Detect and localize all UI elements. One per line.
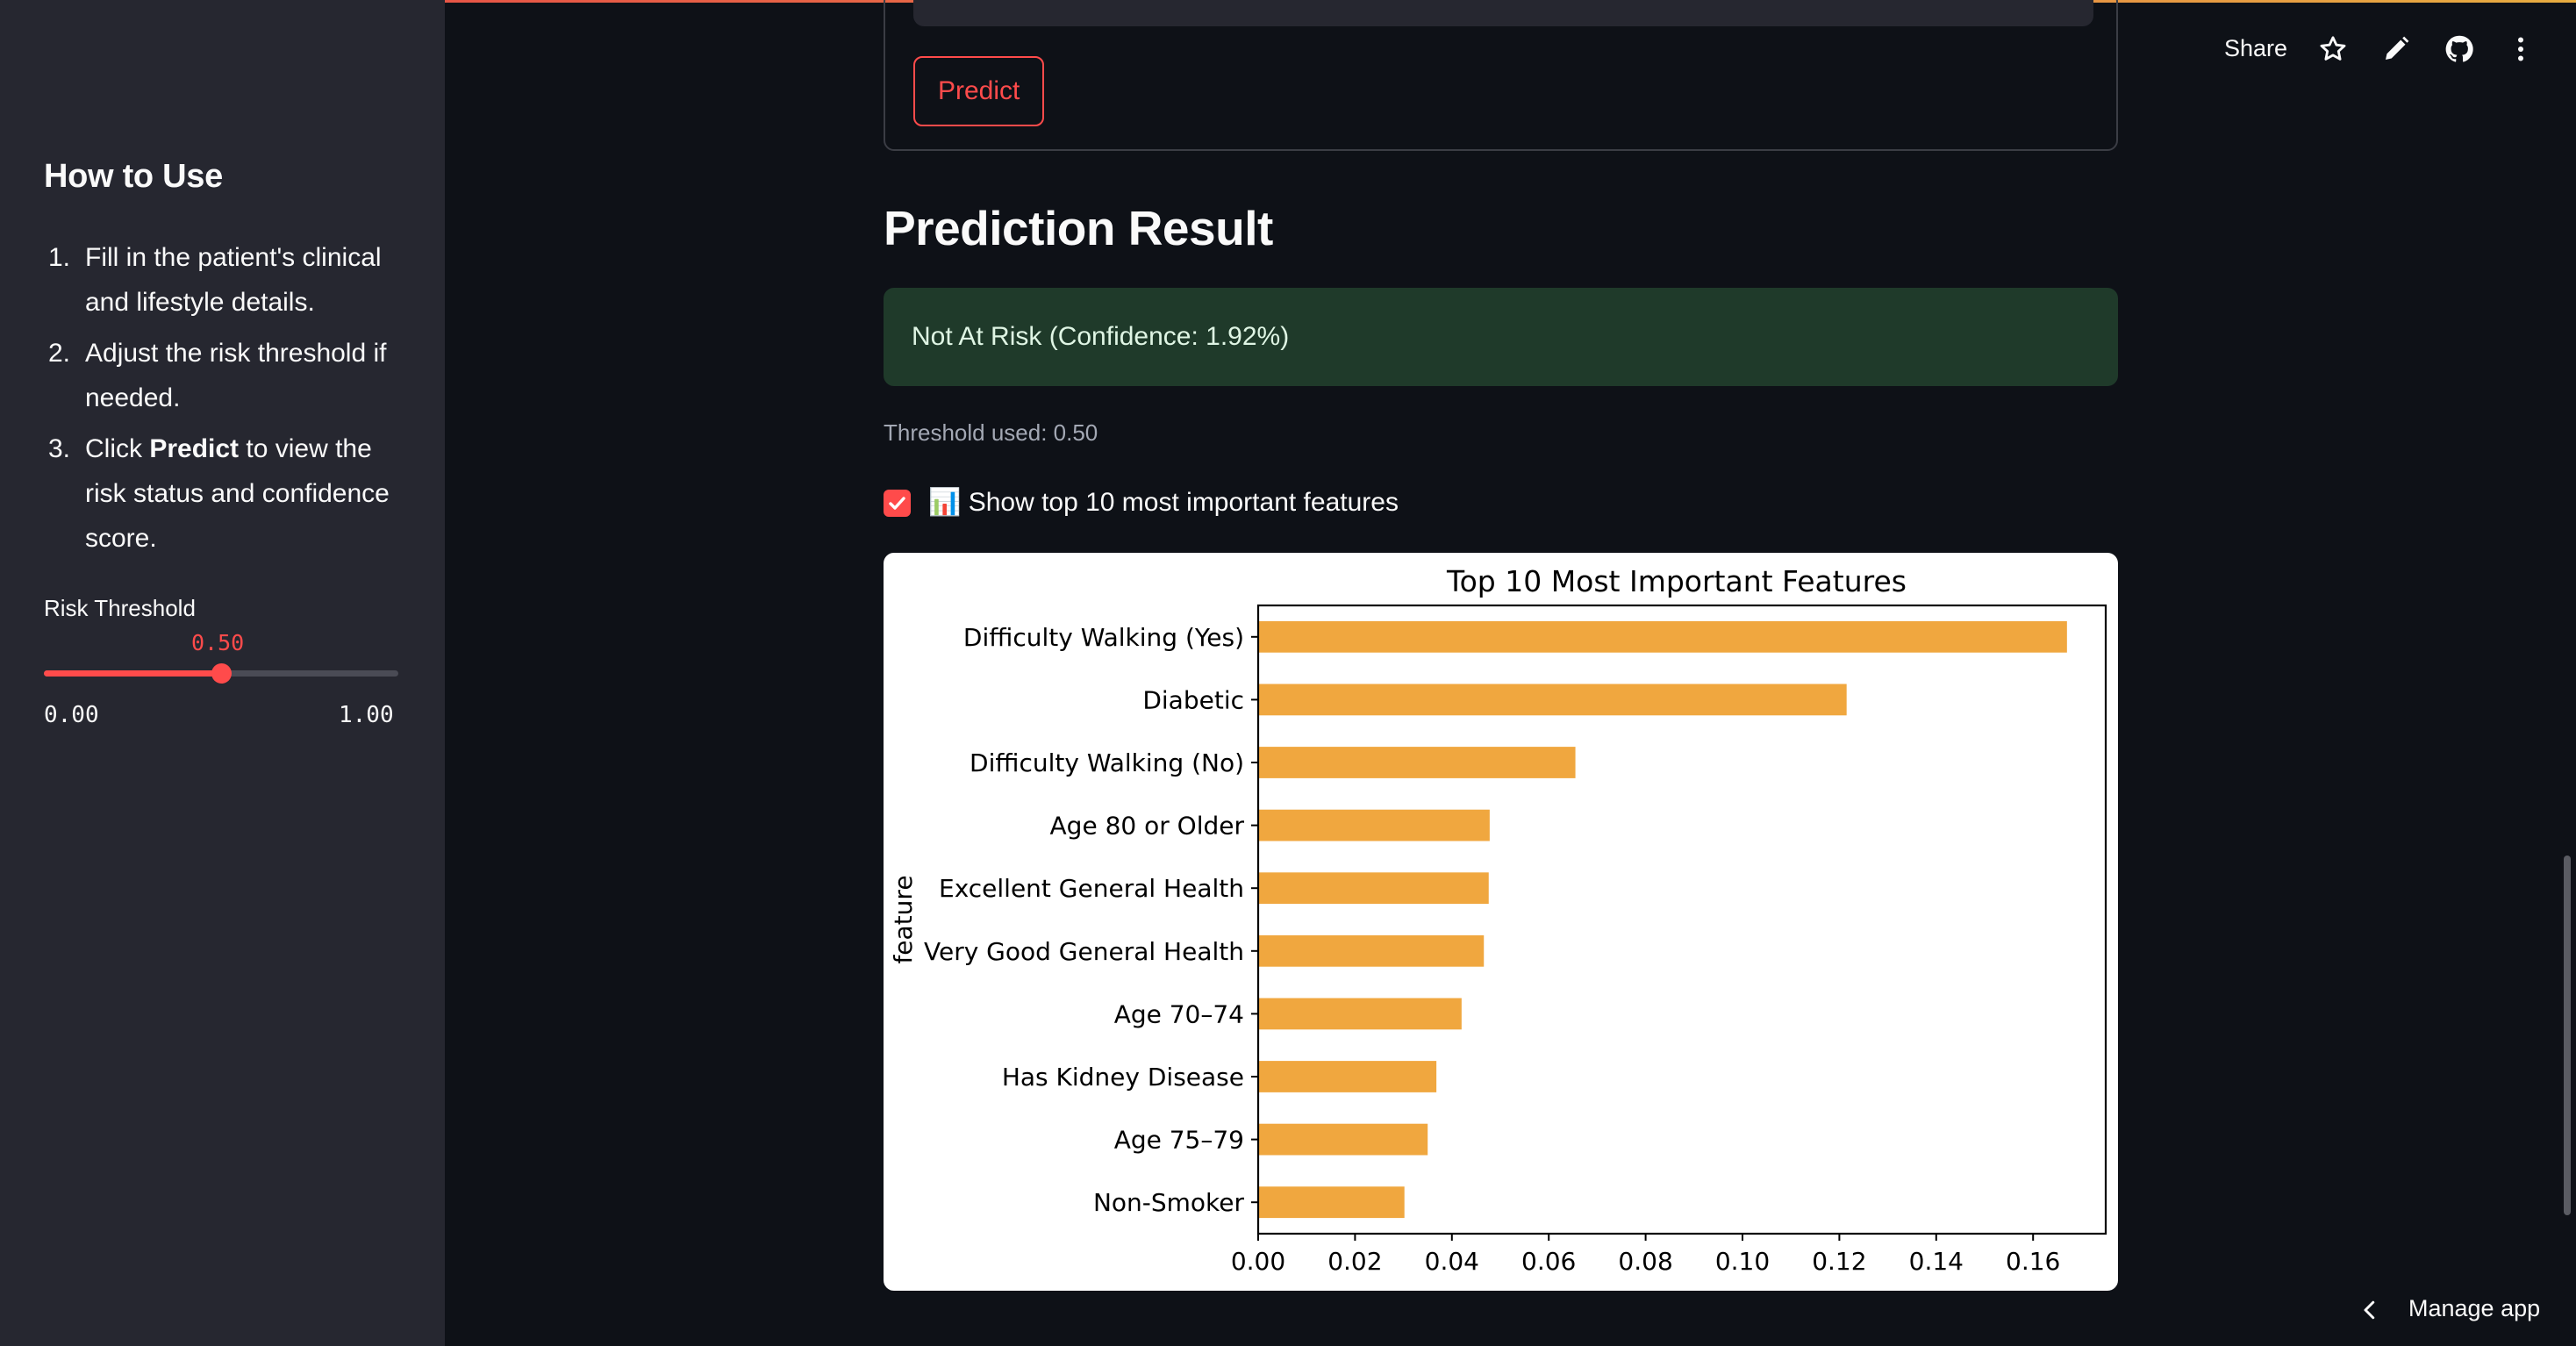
step-number: 1.	[48, 243, 71, 272]
step-text: Adjust the risk threshold if needed.	[85, 339, 387, 412]
share-button[interactable]: Share	[2224, 35, 2287, 62]
y-tick-label: Diabetic	[1142, 685, 1244, 714]
predict-button[interactable]: Predict	[913, 56, 1045, 126]
list-item: 3. Click Predict to view the risk status…	[44, 426, 412, 561]
chart-bar	[1258, 809, 1490, 841]
x-tick-label: 0.08	[1618, 1247, 1672, 1276]
x-tick-label: 0.04	[1425, 1247, 1479, 1276]
chart-bar	[1258, 1061, 1437, 1092]
checkmark-icon	[889, 497, 905, 510]
list-item: 2. Adjust the risk threshold if needed.	[44, 331, 412, 420]
chart-bar	[1258, 620, 2067, 653]
show-features-label[interactable]: 📊 Show top 10 most important features	[928, 487, 1399, 518]
bars-group	[1258, 620, 2067, 1219]
step-number: 2.	[48, 339, 71, 368]
threshold-used-text: Threshold used: 0.50	[884, 419, 1098, 446]
y-ticks-group: Difficulty Walking (Yes) Diabetic Difficul…	[924, 623, 1258, 1217]
more-vertical-icon[interactable]	[2505, 33, 2537, 65]
page-title: Prediction Result	[884, 201, 1273, 255]
scrollbar[interactable]	[2564, 856, 2571, 1215]
sidebar: How to Use 1. Fill in the patient's clin…	[0, 0, 445, 1346]
y-tick-label: Very Good General Health	[924, 937, 1244, 966]
step-number: 3.	[48, 434, 71, 463]
chart-bar	[1258, 747, 1576, 778]
github-icon[interactable]	[2444, 33, 2475, 65]
chevron-left-icon[interactable]	[2357, 1297, 2383, 1323]
y-tick-label: Has Kidney Disease	[1002, 1063, 1244, 1092]
y-tick-label: Difficulty Walking (Yes)	[963, 623, 1244, 652]
y-tick-label: Age 75–79	[1114, 1126, 1244, 1155]
x-ticks-group: 0.00 0.02 0.04 0.06 0.08 0.10 0.12 0.14 0.16	[1231, 1234, 2060, 1276]
slider-max-label: 1.00	[339, 702, 394, 728]
list-item: 1. Fill in the patient's clinical and li…	[44, 235, 412, 325]
step-text: Click	[85, 434, 150, 463]
chart-bar	[1258, 684, 1847, 716]
y-tick-label: Excellent General Health	[939, 874, 1244, 903]
chart-bar	[1258, 1186, 1405, 1219]
chart-title: Top 10 Most Important Features	[1446, 564, 1907, 598]
y-tick-label: Difficulty Walking (No)	[970, 748, 1244, 777]
x-tick-label: 0.14	[1909, 1247, 1964, 1276]
y-tick-label: Age 70–74	[1114, 999, 1244, 1028]
step-bold-text: Predict	[149, 434, 240, 463]
x-tick-label: 0.16	[2006, 1247, 2060, 1276]
show-features-checkbox[interactable]	[884, 490, 911, 517]
step-text: Fill in the patient's clinical and lifes…	[85, 243, 382, 317]
slider-thumb[interactable]	[211, 663, 232, 684]
x-tick-label: 0.10	[1715, 1247, 1770, 1276]
slider-value: 0.50	[191, 630, 245, 655]
chart-bar	[1258, 934, 1485, 967]
chart-bar	[1258, 998, 1462, 1030]
instructions-list: 1. Fill in the patient's clinical and li…	[44, 235, 412, 567]
star-icon[interactable]	[2317, 33, 2349, 65]
slider-fill	[44, 670, 221, 677]
slider-min-label: 0.00	[44, 702, 99, 728]
feature-importance-chart: Top 10 Most Important Features feature D…	[884, 553, 2118, 1291]
x-tick-label: 0.02	[1327, 1247, 1382, 1276]
pencil-icon[interactable]	[2380, 33, 2412, 65]
manage-app-button[interactable]: Manage app	[2408, 1295, 2540, 1322]
prediction-alert: Not At Risk (Confidence: 1.92%)	[884, 288, 2118, 386]
chart-ylabel: feature	[889, 875, 918, 963]
x-tick-label: 0.00	[1231, 1247, 1285, 1276]
x-tick-label: 0.06	[1521, 1247, 1576, 1276]
chart-bar	[1258, 1123, 1428, 1156]
sidebar-title: How to Use	[44, 158, 223, 195]
prediction-form: Predict	[884, 0, 2118, 151]
chart-svg: Top 10 Most Important Features feature D…	[889, 564, 2107, 1276]
y-tick-label: Age 80 or Older	[1050, 812, 1245, 841]
form-input-field[interactable]	[913, 0, 2093, 26]
x-tick-label: 0.12	[1812, 1247, 1866, 1276]
chart-bar	[1258, 872, 1489, 905]
y-tick-label: Non-Smoker	[1093, 1188, 1245, 1217]
risk-threshold-slider[interactable]	[44, 663, 398, 684]
risk-threshold-label: Risk Threshold	[44, 595, 196, 621]
